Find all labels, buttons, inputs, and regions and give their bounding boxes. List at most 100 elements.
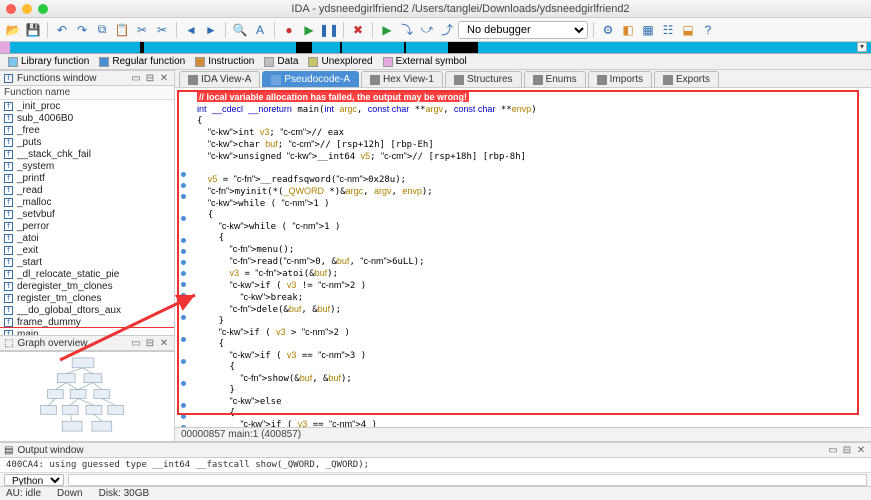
function-row[interactable]: f_printf (0, 172, 174, 184)
search-text-icon[interactable]: A (251, 21, 269, 39)
close-icon[interactable] (6, 4, 16, 14)
panel-detach-icon[interactable]: ⊟ (144, 337, 156, 349)
cfg5-icon[interactable]: ⬓ (679, 21, 697, 39)
run-icon[interactable]: ▶ (300, 21, 318, 39)
function-icon: f (4, 270, 13, 279)
panel-close-icon[interactable]: ✕ (855, 444, 867, 456)
search-icon[interactable]: 🔍 (231, 21, 249, 39)
panel-close-icon[interactable]: ✕ (158, 337, 170, 349)
python-input[interactable] (68, 474, 867, 486)
function-row[interactable]: f __do_global_dtors_aux (0, 304, 174, 316)
debugger-select[interactable]: No debugger (458, 21, 588, 39)
functions-list[interactable]: f_init_procfsub_4006B0f_freef_putsf__sta… (0, 100, 174, 335)
zoom-icon[interactable] (38, 4, 48, 14)
function-name: _start (17, 257, 42, 268)
minimize-icon[interactable] (22, 4, 32, 14)
function-row[interactable]: f_puts (0, 136, 174, 148)
nav-caret-icon[interactable]: ▾ (857, 42, 867, 52)
navigation-band[interactable]: ▾ (0, 42, 871, 54)
function-row[interactable]: f_start (0, 256, 174, 268)
function-row[interactable]: f_system (0, 160, 174, 172)
function-row[interactable]: f_atoi (0, 232, 174, 244)
function-name: _printf (17, 173, 45, 184)
pseudocode-view[interactable]: // local variable allocation has failed,… (175, 88, 871, 427)
function-row[interactable]: fframe_dummy (0, 316, 174, 328)
open-icon[interactable]: 📂 (4, 21, 22, 39)
undo-icon[interactable]: ↶ (53, 21, 71, 39)
function-icon: f (4, 126, 13, 135)
step-over-icon[interactable]: ⤻ (418, 21, 436, 39)
paste-icon[interactable]: 📋 (113, 21, 131, 39)
cfg3-icon[interactable]: ▦ (639, 21, 657, 39)
cfg1-icon[interactable]: ⚙ (599, 21, 617, 39)
legend-label: External symbol (396, 56, 467, 67)
tab-ida-view-a[interactable]: IDA View-A (179, 71, 260, 87)
function-icon: f (4, 150, 13, 159)
function-icon: f (4, 162, 13, 171)
tab-icon (271, 75, 281, 85)
panel-menu-icon[interactable]: ▭ (827, 444, 839, 456)
function-name: _setvbuf (17, 209, 55, 220)
function-row[interactable]: f_dl_relocate_static_pie (0, 268, 174, 280)
function-name: main (17, 329, 39, 336)
step-icon[interactable]: ▶ (378, 21, 396, 39)
function-row[interactable]: f_free (0, 124, 174, 136)
graph-overview[interactable] (0, 351, 174, 441)
function-icon: f (4, 306, 13, 315)
function-row[interactable]: fsub_4006B0 (0, 112, 174, 124)
function-name: deregister_tm_clones (17, 281, 113, 292)
legend-item: Data (264, 56, 298, 67)
tab-imports[interactable]: Imports (588, 71, 652, 87)
cfg4-icon[interactable]: ☷ (659, 21, 677, 39)
nav-back-icon[interactable]: ◄ (182, 21, 200, 39)
cut2-icon[interactable]: ✂ (153, 21, 171, 39)
delete-icon[interactable]: ✖ (349, 21, 367, 39)
function-row[interactable]: f__stack_chk_fail (0, 148, 174, 160)
function-name: __do_global_dtors_aux (17, 305, 121, 316)
pause-icon[interactable]: ❚❚ (320, 21, 338, 39)
legend-label: Instruction (208, 56, 254, 67)
function-row[interactable]: fregister_tm_clones (0, 292, 174, 304)
function-icon: f (4, 294, 13, 303)
cut-icon[interactable]: ✂ (133, 21, 151, 39)
function-row[interactable]: f_perror (0, 220, 174, 232)
save-icon[interactable]: 💾 (24, 21, 42, 39)
function-row[interactable]: f_read (0, 184, 174, 196)
cfg6-icon[interactable]: ? (699, 21, 717, 39)
panel-close-icon[interactable]: ✕ (158, 72, 170, 84)
function-row[interactable]: f_malloc (0, 196, 174, 208)
tab-icon (597, 75, 607, 85)
copy-icon[interactable]: ⧉ (93, 21, 111, 39)
function-icon: f (4, 222, 13, 231)
panel-detach-icon[interactable]: ⊟ (144, 72, 156, 84)
lang-select[interactable]: Python (4, 474, 64, 486)
tab-label: Structures (467, 74, 513, 85)
function-row[interactable]: f_init_proc (0, 100, 174, 112)
redo-icon[interactable]: ↷ (73, 21, 91, 39)
step-out-icon[interactable]: ⤴ (438, 21, 456, 39)
tab-hex-view-1[interactable]: Hex View-1 (361, 71, 443, 87)
function-icon: f (4, 114, 13, 123)
function-row[interactable]: f_setvbuf (0, 208, 174, 220)
panel-detach-icon[interactable]: ⊟ (841, 444, 853, 456)
stop-icon[interactable]: ● (280, 21, 298, 39)
right-column: IDA View-APseudocode-AHex View-1 Structur… (175, 70, 871, 441)
tab-structures[interactable]: Structures (445, 71, 522, 87)
panel-menu-icon[interactable]: ▭ (130, 72, 142, 84)
cfg2-icon[interactable]: ◧ (619, 21, 637, 39)
panel-menu-icon[interactable]: ▭ (130, 337, 142, 349)
step-into-icon[interactable]: ⤵ (398, 21, 416, 39)
nav-fwd-icon[interactable]: ► (202, 21, 220, 39)
tab-pseudocode-a[interactable]: Pseudocode-A (262, 71, 359, 87)
function-icon: f (4, 234, 13, 243)
function-row[interactable]: fmain (0, 328, 174, 335)
function-row[interactable]: f_exit (0, 244, 174, 256)
tab-icon (370, 75, 380, 85)
tab-exports[interactable]: Exports (654, 71, 719, 87)
functions-column-header[interactable]: Function name (0, 86, 174, 100)
window-controls (6, 4, 48, 14)
output-text[interactable]: 400CA4: using guessed type __int64 __fas… (0, 458, 871, 472)
function-name: _puts (17, 137, 41, 148)
tab-enums[interactable]: Enums (524, 71, 586, 87)
function-row[interactable]: fderegister_tm_clones (0, 280, 174, 292)
